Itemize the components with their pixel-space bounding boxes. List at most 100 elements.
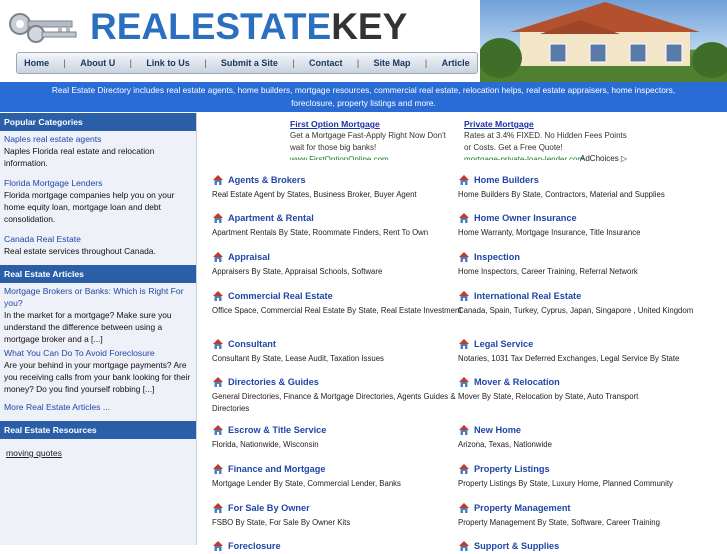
logo-part-1: REALESTATE <box>90 6 332 47</box>
category-link[interactable]: Home Owner Insurance <box>474 213 577 223</box>
house-icon <box>458 376 470 388</box>
house-icon <box>458 338 470 350</box>
nav-article[interactable]: Article <box>442 58 470 68</box>
category-link[interactable]: Directories & Guides <box>228 377 319 387</box>
category-subtitle: Mover By State, Relocation by State, Aut… <box>458 392 639 401</box>
category-subtitle: General Directories, Finance & Mortgage … <box>212 392 456 413</box>
category-subtitle: FSBO By State, For Sale By Owner Kits <box>212 518 351 527</box>
category-fsbo: For Sale By Owner FSBO By State, For Sal… <box>212 502 462 529</box>
category-subtitle: Apartment Rentals By State, Roommate Fin… <box>212 228 429 237</box>
category-subtitle: Real Estate Agent by States, Business Br… <box>212 190 417 199</box>
category-inspection: Inspection Home Inspectors, Career Train… <box>458 251 708 278</box>
nav-submit-site[interactable]: Submit a Site <box>221 58 278 68</box>
category-link[interactable]: Property Management <box>474 503 571 513</box>
house-icon <box>458 463 470 475</box>
adchoices-icon: ▷ <box>620 154 628 163</box>
sidebar-text: Real estate services throughout Canada. <box>4 246 156 256</box>
category-subtitle: Canada, Spain, Turkey, Cyprus, Japan, Si… <box>458 306 694 315</box>
category-link[interactable]: Home Builders <box>474 175 539 185</box>
article-link-foreclosure[interactable]: What You Can Do To Avoid Foreclosure <box>4 347 192 359</box>
articles-list: Mortgage Brokers or Banks: Which is Righ… <box>0 285 196 413</box>
house-icon <box>458 540 470 552</box>
category-subtitle: Home Inspectors, Career Training, Referr… <box>458 267 638 276</box>
ad-text: Get a Mortgage Fast-Apply Right Now Don'… <box>290 131 446 152</box>
category-link[interactable]: Commercial Real Estate <box>228 291 333 301</box>
nav-about[interactable]: About U <box>80 58 115 68</box>
nav-home[interactable]: Home <box>24 58 49 68</box>
ad-title[interactable]: Private Mortgage <box>464 118 632 130</box>
nav-separator: | <box>63 58 66 68</box>
category-appraisal: Appraisal Appraisers By State, Appraisal… <box>212 251 462 278</box>
category-commercial: Commercial Real Estate Office Space, Com… <box>212 290 462 317</box>
category-subtitle: Mortgage Lender By State, Commercial Len… <box>212 479 401 488</box>
category-home-owner-insurance: Home Owner Insurance Home Warranty, Mort… <box>458 212 708 239</box>
resources-list: moving quotes <box>0 447 196 459</box>
sidebar-link-canada[interactable]: Canada Real Estate <box>4 233 192 245</box>
intro-banner: Real Estate Directory includes real esta… <box>0 82 727 112</box>
site-header: REALESTATEKEY Home | About U | Link to Us |… <box>0 0 727 82</box>
house-icon <box>458 290 470 302</box>
house-icon <box>212 376 224 388</box>
category-new-home: New Home Arizona, Texas, Nationwide <box>458 424 708 451</box>
more-articles-link[interactable]: More Real Estate Articles ... <box>4 401 192 413</box>
category-subtitle: Home Warranty, Mortgage Insurance, Title… <box>458 228 641 237</box>
category-link[interactable]: Apartment & Rental <box>228 213 314 223</box>
moving-quotes-link[interactable]: moving quotes <box>4 447 192 459</box>
ad-unit[interactable]: First Option Mortgage Get a Mortgage Fas… <box>290 118 458 160</box>
nav-contact[interactable]: Contact <box>309 58 343 68</box>
logo-part-2: KEY <box>331 6 408 47</box>
category-subtitle: Florida, Nationwide, Wisconsin <box>212 440 319 449</box>
article-summary: In the market for a mortgage? Make sure … <box>4 310 172 344</box>
sidebar-text: Florida mortgage companies help you on y… <box>4 190 175 224</box>
category-link[interactable]: Consultant <box>228 339 276 349</box>
adchoices-label[interactable]: AdChoices ▷ <box>580 154 627 163</box>
category-link[interactable]: Legal Service <box>474 339 533 349</box>
category-subtitle: Property Listings By State, Luxury Home,… <box>458 479 673 488</box>
adchoices-text: AdChoices <box>580 154 619 163</box>
category-agents-brokers: Agents & Brokers Real Estate Agent by St… <box>212 174 462 201</box>
category-home-builders: Home Builders Home Builders By State, Co… <box>458 174 708 201</box>
category-support-supplies: Support & Supplies <box>458 540 708 552</box>
sidebar-link-florida-mortgage[interactable]: Florida Mortgage Lenders <box>4 177 192 189</box>
sidebar: Popular Categories Naples real estate ag… <box>0 113 197 545</box>
house-icon <box>458 174 470 186</box>
house-icon <box>458 212 470 224</box>
category-property-management: Property Management Property Management … <box>458 502 708 529</box>
category-link[interactable]: Agents & Brokers <box>228 175 306 185</box>
house-icon <box>212 251 224 263</box>
nav-site-map[interactable]: Site Map <box>374 58 411 68</box>
category-subtitle: Arizona, Texas, Nationwide <box>458 440 552 449</box>
category-link[interactable]: Appraisal <box>228 252 270 262</box>
category-link[interactable]: Property Listings <box>474 464 550 474</box>
article-link-brokers[interactable]: Mortgage Brokers or Banks: Which is Righ… <box>4 285 192 309</box>
category-link[interactable]: New Home <box>474 425 521 435</box>
resources-heading: Real Estate Resources <box>0 421 196 439</box>
nav-separator: | <box>292 58 295 68</box>
nav-link-to-us[interactable]: Link to Us <box>146 58 190 68</box>
ad-url[interactable]: www.FirstOptionOnline.com <box>290 154 458 160</box>
house-icon <box>212 502 224 514</box>
category-subtitle: Property Management By State, Software, … <box>458 518 660 527</box>
category-link[interactable]: Support & Supplies <box>474 541 559 551</box>
category-link[interactable]: For Sale By Owner <box>228 503 310 513</box>
ad-title[interactable]: First Option Mortgage <box>290 118 458 130</box>
keys-icon <box>9 13 77 43</box>
category-consultant: Consultant Consultant By State, Lease Au… <box>212 338 462 365</box>
category-link[interactable]: Escrow & Title Service <box>228 425 326 435</box>
ad-block: First Option Mortgage Get a Mortgage Fas… <box>290 118 640 166</box>
category-subtitle: Office Space, Commercial Real Estate By … <box>212 306 462 315</box>
house-icon <box>458 502 470 514</box>
sidebar-link-naples[interactable]: Naples real estate agents <box>4 133 192 145</box>
category-apartment-rental: Apartment & Rental Apartment Rentals By … <box>212 212 462 239</box>
site-logo[interactable]: REALESTATEKEY <box>90 6 407 48</box>
house-icon <box>212 463 224 475</box>
category-subtitle: Consultant By State, Lease Audit, Taxati… <box>212 354 384 363</box>
category-link[interactable]: Foreclosure <box>228 541 281 551</box>
category-link[interactable]: International Real Estate <box>474 291 581 301</box>
house-icon <box>212 212 224 224</box>
category-link[interactable]: Mover & Relocation <box>474 377 560 387</box>
category-link[interactable]: Finance and Mortgage <box>228 464 326 474</box>
category-link[interactable]: Inspection <box>474 252 520 262</box>
nav-separator: | <box>129 58 132 68</box>
popular-categories: Naples real estate agents Naples Florida… <box>0 133 196 257</box>
